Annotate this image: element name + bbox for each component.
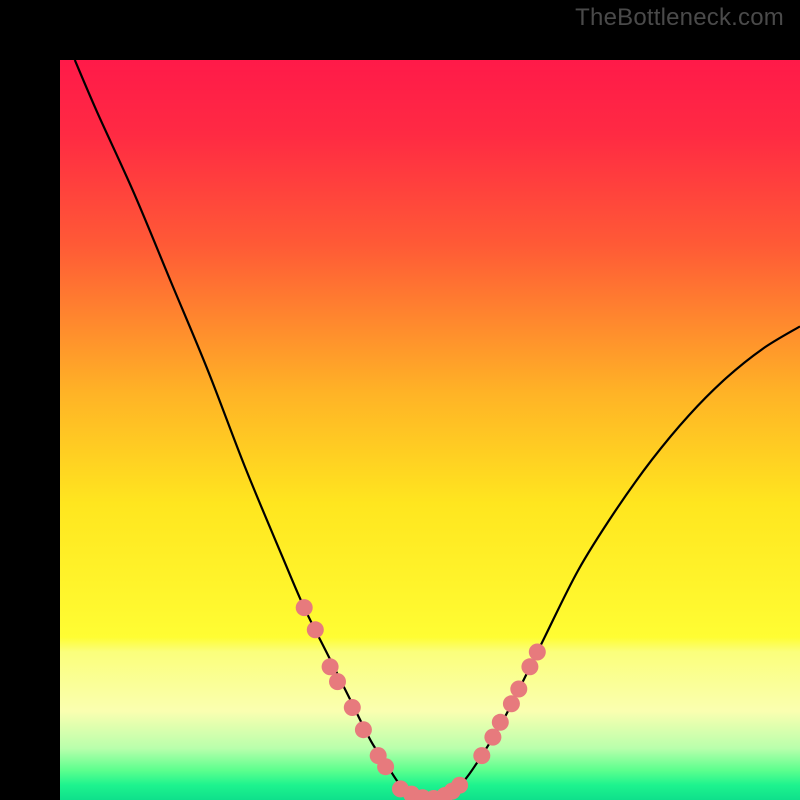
curve-marker [344,699,361,716]
curve-marker [529,644,546,661]
curve-marker [473,747,490,764]
chart-frame [0,0,800,800]
curve-marker [322,658,339,675]
curve-marker [510,681,527,698]
watermark-text: TheBottleneck.com [575,4,784,32]
curve-marker [307,621,324,638]
curve-marker [296,599,313,616]
curve-marker [329,673,346,690]
bottleneck-chart [60,60,800,800]
curve-marker [484,729,501,746]
gradient-background [60,60,800,800]
curve-marker [492,714,509,731]
curve-marker [451,777,468,794]
curve-marker [355,721,372,738]
curve-marker [521,658,538,675]
curve-marker [377,758,394,775]
curve-marker [503,695,520,712]
